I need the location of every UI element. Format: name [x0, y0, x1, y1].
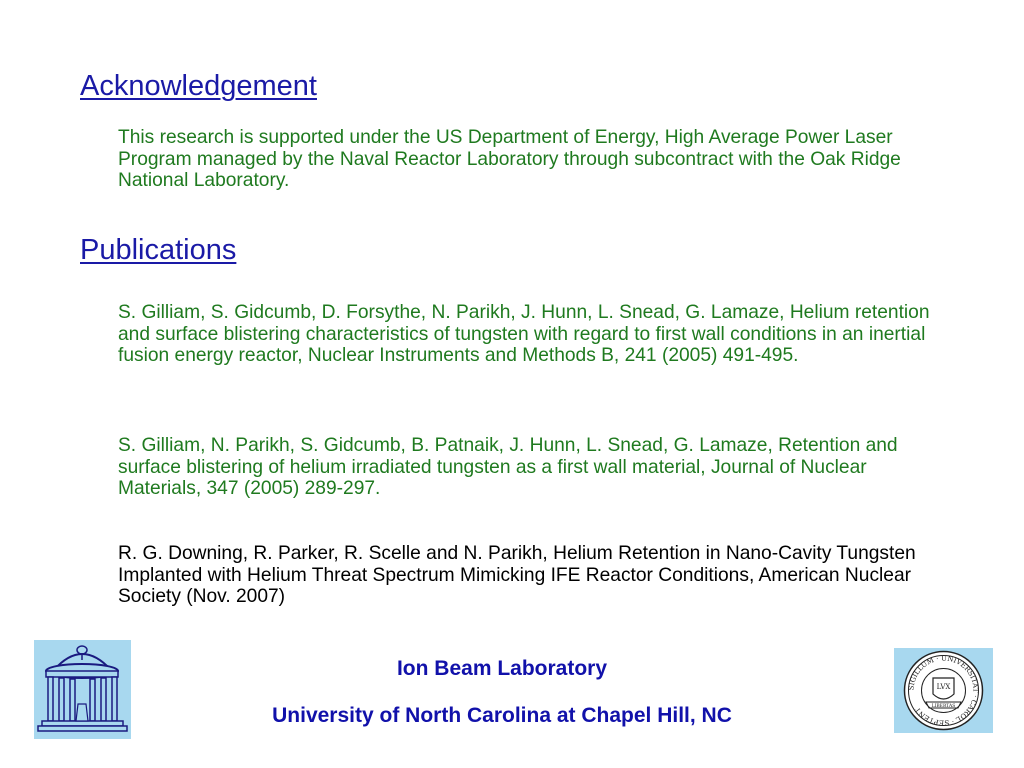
acknowledgement-text: This research is supported under the US …	[118, 127, 901, 191]
seal-banner-text: LIBERTAS	[932, 703, 956, 709]
publication-item: R. G. Downing, R. Parker, R. Scelle and …	[118, 543, 916, 607]
publication-item: S. Gilliam, S. Gidcumb, D. Forsythe, N. …	[118, 302, 930, 366]
publication-item: S. Gilliam, N. Parikh, S. Gidcumb, B. Pa…	[118, 435, 898, 499]
footer-lab-name: Ion Beam Laboratory	[396, 657, 608, 680]
publications-heading: Publications	[80, 234, 237, 266]
footer-university-name: University of North Carolina at Chapel H…	[272, 704, 732, 727]
acknowledgement-heading: Acknowledgement	[80, 70, 317, 102]
seal-center-text: LVX	[937, 683, 951, 691]
university-seal-icon: SIGILLUM · UNIVERSITAT · CAROL · SEPTENT…	[894, 648, 993, 733]
slide: Acknowledgement This research is support…	[0, 0, 1024, 768]
